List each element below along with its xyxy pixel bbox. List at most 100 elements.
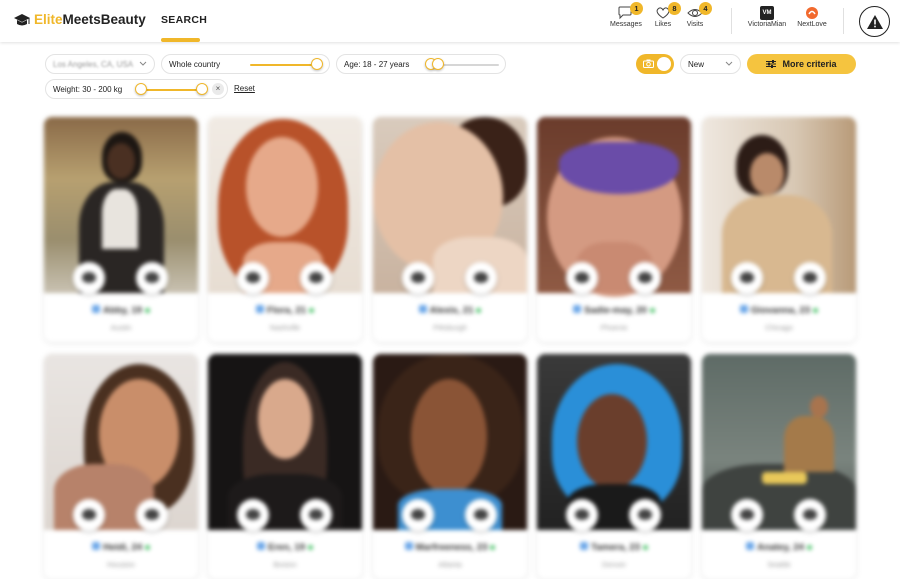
- brand-logo[interactable]: Elite MeetsBeauty: [13, 12, 146, 27]
- profile-photo[interactable]: [702, 117, 856, 293]
- weight-filter[interactable]: Weight: 30 - 200 kg ×: [45, 79, 228, 99]
- profile-card[interactable]: Anatey, 24 Seattle: [702, 354, 856, 579]
- visits-label: Visits: [686, 21, 704, 28]
- clear-weight-button[interactable]: ×: [212, 83, 224, 95]
- alert-button[interactable]: [859, 6, 890, 37]
- more-criteria-label: More criteria: [782, 59, 837, 69]
- distance-slider-handle[interactable]: [311, 58, 323, 70]
- nav-search-link[interactable]: SEARCH: [161, 14, 207, 26]
- profile-name: Anatey, 24: [757, 542, 804, 553]
- weight-slider-max-handle[interactable]: [196, 83, 208, 95]
- send-message-button[interactable]: [465, 262, 497, 294]
- messages-count-badge: 1: [630, 2, 643, 15]
- profile-photo[interactable]: [208, 117, 362, 293]
- profile-photo[interactable]: [44, 117, 198, 293]
- active-nav-indicator: [161, 38, 200, 42]
- location-value: Los Angeles, CA, USA: [53, 59, 134, 69]
- profile-card[interactable]: Heidi, 24 Houston: [44, 354, 198, 579]
- profile-name: Tamera, 23: [591, 542, 640, 553]
- send-message-button[interactable]: [794, 262, 826, 294]
- profile-card[interactable]: Sadie-may, 20 Phoenix: [537, 117, 691, 342]
- profile-card[interactable]: Eren, 19 Boston: [208, 354, 362, 579]
- profile-card[interactable]: Tamera, 23 Denver: [537, 354, 691, 579]
- profile-city: Austin: [110, 323, 132, 332]
- profile-photo[interactable]: [373, 354, 527, 530]
- profile-name: Eren, 19: [268, 542, 305, 553]
- send-message-button[interactable]: [794, 499, 826, 531]
- send-kiss-button[interactable]: [402, 262, 434, 294]
- age-value: Age: 18 - 27 years: [344, 59, 410, 69]
- profile-photo[interactable]: [537, 354, 691, 530]
- profile-name: Heidi, 24: [102, 542, 143, 553]
- profile-photo[interactable]: [537, 117, 691, 297]
- filter-sliders-icon: [766, 60, 777, 68]
- profile-card[interactable]: Alexis, 21 Pittsburgh: [373, 117, 527, 342]
- age-slider-max-handle[interactable]: [432, 58, 444, 70]
- profile-name-row: Sadie-may, 20: [537, 305, 691, 316]
- profile-photo[interactable]: [373, 117, 527, 293]
- send-message-button[interactable]: [136, 499, 168, 531]
- profile-name: Flora, 21: [266, 305, 307, 316]
- profile-card[interactable]: Marfreeness, 23 Atlanta: [373, 354, 527, 579]
- distance-filter[interactable]: Whole country: [161, 54, 330, 74]
- distance-value: Whole country: [169, 59, 221, 69]
- chevron-down-icon: [725, 61, 733, 66]
- profile-name-row: Giovanna, 23: [702, 305, 856, 316]
- send-message-button[interactable]: [300, 262, 332, 294]
- verified-badge-icon: [404, 542, 413, 550]
- profile-card[interactable]: Flora, 21 Nashville: [208, 117, 362, 342]
- verified-badge-icon: [418, 305, 427, 313]
- online-status-icon: [649, 308, 655, 313]
- header-divider: [843, 8, 844, 34]
- send-kiss-button[interactable]: [73, 262, 105, 294]
- send-message-button[interactable]: [136, 262, 168, 294]
- visits-count-badge: 4: [699, 2, 712, 15]
- weight-value: Weight: 30 - 200 kg: [53, 84, 123, 94]
- profile-name-row: Marfreeness, 23: [373, 542, 527, 553]
- chevron-down-icon: [139, 61, 147, 66]
- send-kiss-button[interactable]: [566, 262, 598, 294]
- send-kiss-button[interactable]: [237, 262, 269, 294]
- profile-city: Denver: [601, 560, 627, 569]
- likes-count-badge: 8: [668, 2, 681, 15]
- reset-filters-link[interactable]: Reset: [234, 84, 255, 93]
- send-kiss-button[interactable]: [73, 499, 105, 531]
- profile-photo[interactable]: [702, 354, 856, 530]
- send-message-button[interactable]: [300, 499, 332, 531]
- send-kiss-button[interactable]: [731, 499, 763, 531]
- profile-photo[interactable]: [44, 354, 198, 530]
- sort-select[interactable]: New: [680, 54, 741, 74]
- send-kiss-button[interactable]: [731, 262, 763, 294]
- send-kiss-button[interactable]: [566, 499, 598, 531]
- profile-city: Boston: [273, 560, 297, 569]
- send-message-button[interactable]: [465, 499, 497, 531]
- account-switch-nextlove[interactable]: NextLove: [796, 6, 828, 28]
- online-status-icon: [806, 545, 812, 550]
- profile-card[interactable]: Giovanna, 23 Chicago: [702, 117, 856, 342]
- verified-badge-icon: [739, 305, 748, 313]
- profile-city: Nashville: [269, 323, 301, 332]
- account-switch-victoriamian[interactable]: VM VictoriaMian: [745, 6, 789, 28]
- photo-only-toggle[interactable]: [636, 54, 674, 74]
- online-status-icon: [813, 308, 819, 313]
- profile-name-row: Alexis, 21: [373, 305, 527, 316]
- profile-city: Chicago: [765, 323, 793, 332]
- profile-photo[interactable]: [208, 354, 362, 530]
- profile-card[interactable]: Abby, 19 Austin: [44, 117, 198, 342]
- send-message-button[interactable]: [629, 262, 661, 294]
- more-criteria-button[interactable]: More criteria: [747, 54, 856, 74]
- weight-slider-min-handle[interactable]: [135, 83, 147, 95]
- brand-name-part1: Elite: [34, 12, 63, 27]
- send-kiss-button[interactable]: [402, 499, 434, 531]
- profile-name-row: Anatey, 24: [702, 542, 856, 553]
- send-message-button[interactable]: [629, 499, 661, 531]
- age-filter[interactable]: Age: 18 - 27 years: [336, 54, 506, 74]
- verified-badge-icon: [92, 305, 101, 313]
- verified-badge-icon: [257, 542, 266, 550]
- location-select[interactable]: Los Angeles, CA, USA: [45, 54, 155, 74]
- send-kiss-button[interactable]: [237, 499, 269, 531]
- nextlove-logo-icon: [806, 7, 818, 19]
- online-status-icon: [490, 545, 496, 550]
- profile-name: Giovanna, 23: [750, 305, 811, 316]
- graduation-cap-icon: [14, 13, 30, 25]
